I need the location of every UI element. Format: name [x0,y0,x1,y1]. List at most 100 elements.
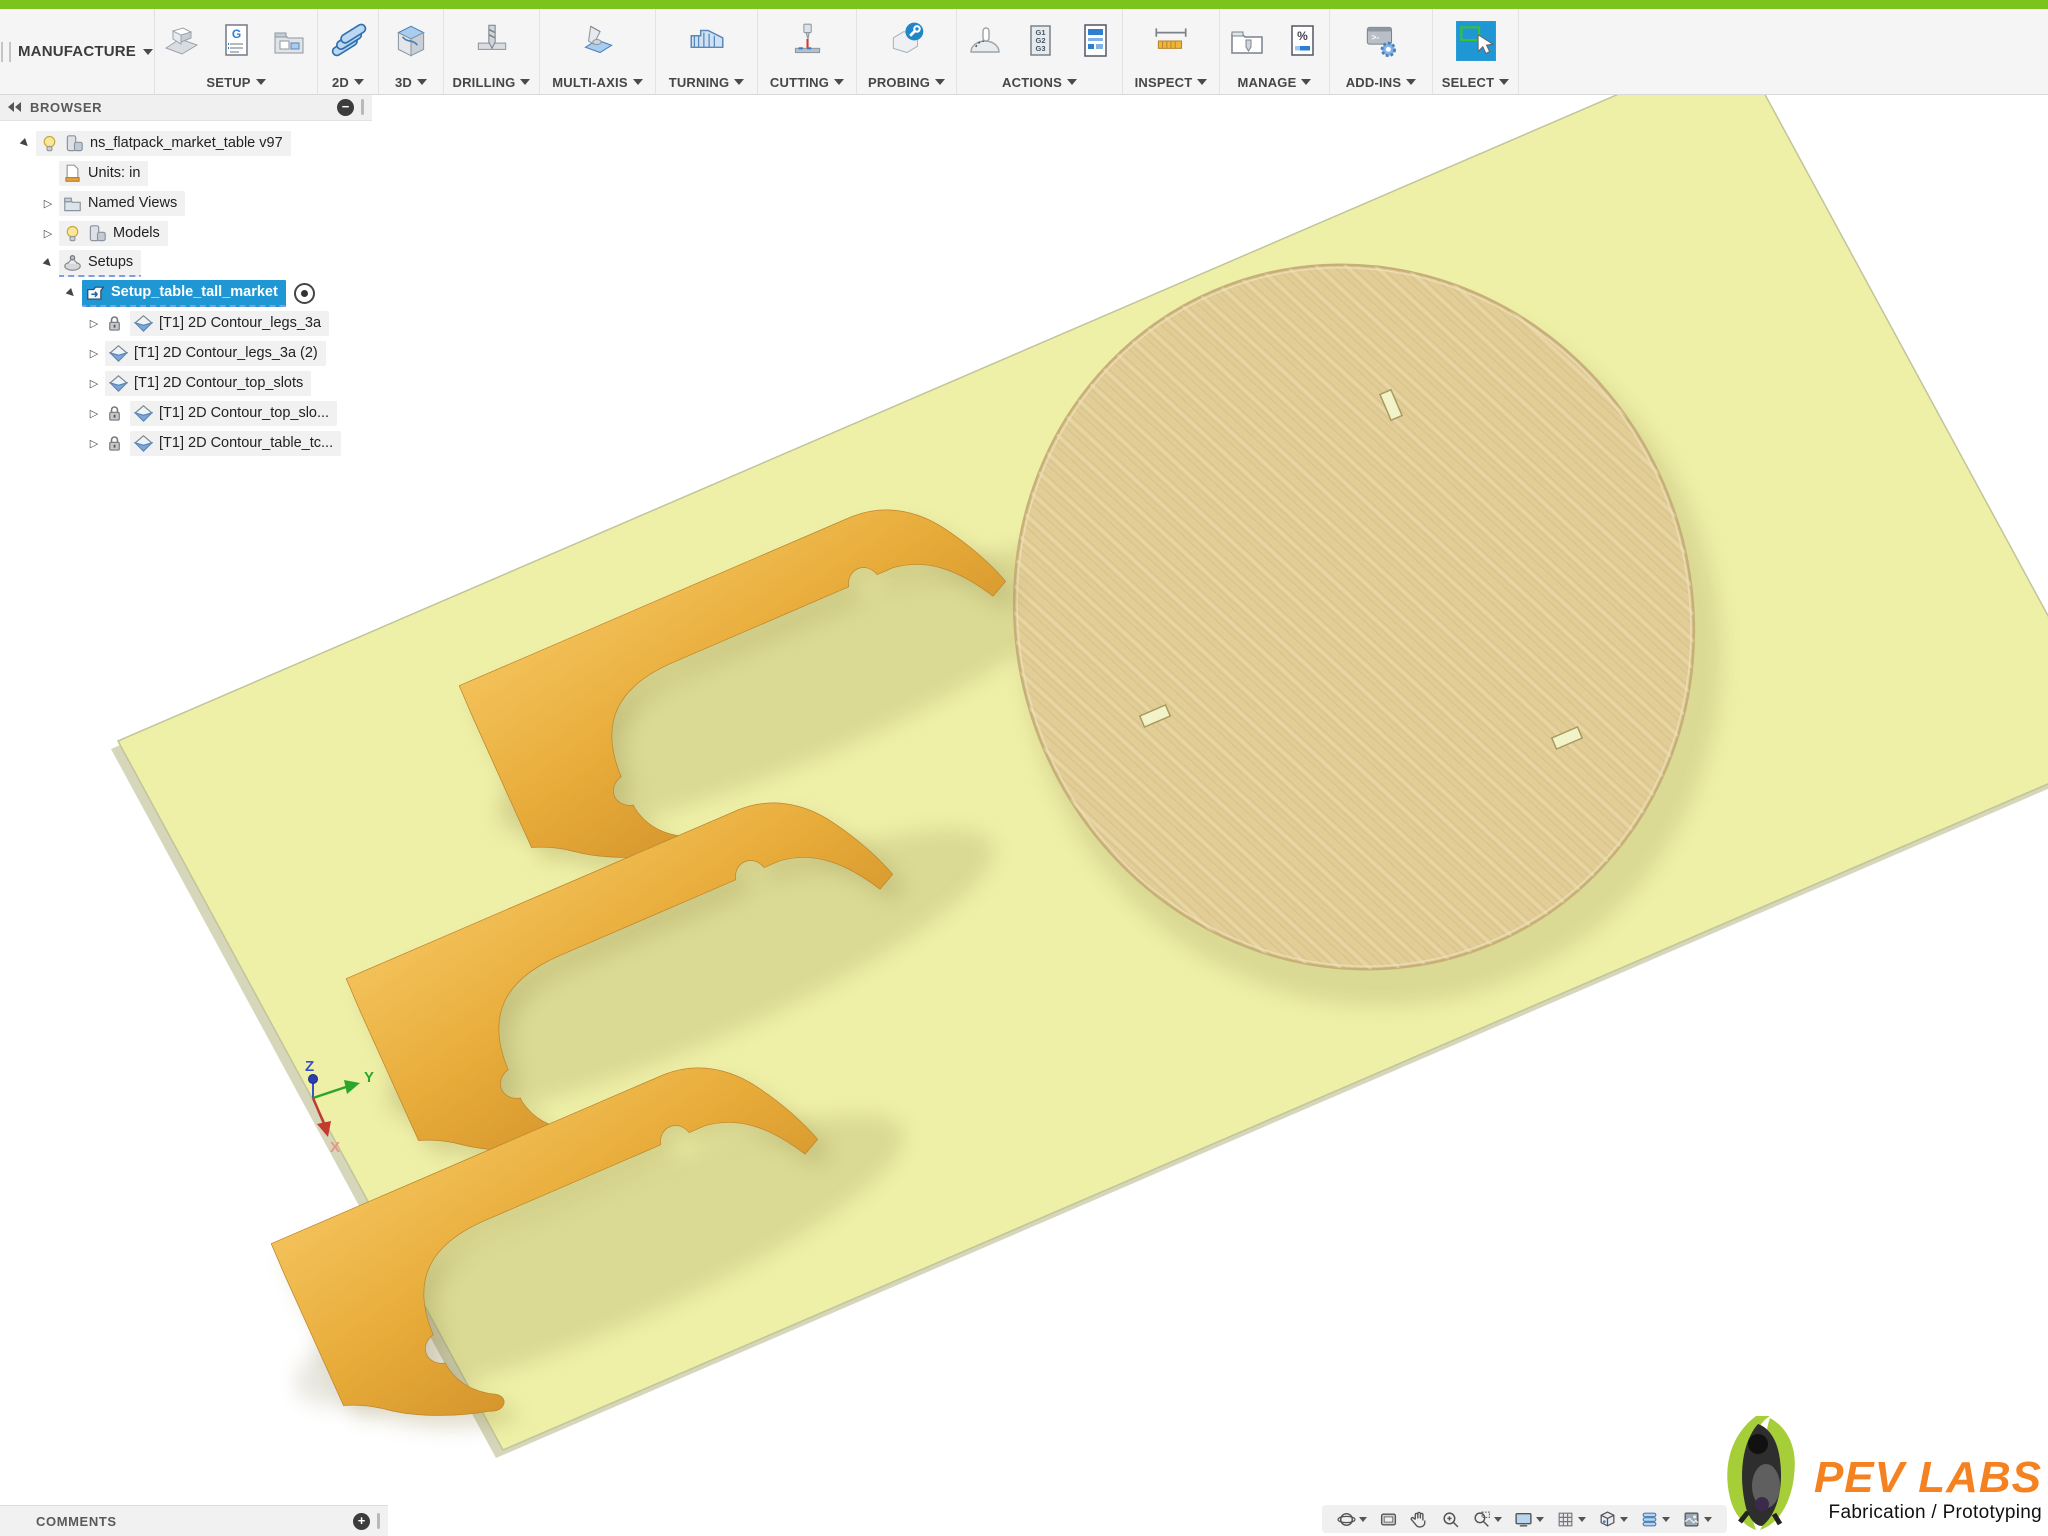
comments-bar[interactable]: COMMENTS + [0,1505,388,1536]
tree-item-label: Named Views [88,195,177,211]
pev-labs-mask-icon [1718,1412,1804,1534]
scrollbar[interactable] [361,99,364,115]
tree-item-t1-2d-contour-table-tc[interactable]: [T1] 2D Contour_table_tc... [130,431,341,456]
feeds-speeds-icon[interactable]: % [1279,18,1325,64]
ribbon-group-turning: TURNING [656,9,758,94]
ribbon-tab-manage[interactable]: MANAGE [1238,70,1312,94]
pan-icon[interactable] [1407,1510,1432,1529]
tool-library-icon[interactable] [1224,18,1270,64]
ribbon-tab-actions[interactable]: ACTIONS [1002,70,1077,94]
toolpath-icon [109,374,128,393]
post-process-icon[interactable] [962,18,1008,64]
caret-expanded-icon[interactable]: ▶ [59,281,82,304]
ribbon-tab-multi-axis[interactable]: MULTI-AXIS [552,70,642,94]
tree-item-setups[interactable]: Setups [59,250,141,277]
orbit-icon[interactable] [1334,1510,1370,1529]
ribbon-tab-add-ins[interactable]: ADD-INS [1346,70,1417,94]
setup-sheet-icon[interactable] [1072,18,1118,64]
browser-tree: ▶ns_flatpack_market_table v97Units: in▷N… [0,121,372,458]
ribbon-tab-cutting[interactable]: CUTTING [770,70,844,94]
active-setup-radio[interactable] [294,283,315,304]
2d-milling-icon[interactable] [325,18,371,64]
tree-item-label: Models [113,225,160,241]
grid-snaps-icon[interactable] [1553,1510,1589,1529]
ribbon-tab-3d[interactable]: 3D [395,70,427,94]
nc-program-icon[interactable]: G [213,18,259,64]
z-axis-label: Z [305,1058,314,1075]
zoom-icon[interactable] [1438,1510,1463,1529]
caret-collapsed-icon[interactable]: ▷ [37,197,59,210]
panel-drag-handle[interactable] [1,42,11,62]
tree-item-t1-2d-contour-top-slo[interactable]: [T1] 2D Contour_top_slo... [130,401,337,426]
tree-item-models[interactable]: Models [59,221,168,246]
gcode-icon[interactable]: G1G2G3 [1017,18,1063,64]
tree-row: ▶ ns_flatpack_market_table v97 [0,128,372,158]
select-icon[interactable] [1453,18,1499,64]
caret-collapsed-icon[interactable]: ▷ [83,407,105,420]
chevron-down-icon [1620,1517,1628,1522]
ribbon-group-2d: 2D [318,9,379,94]
chevron-down-icon [633,79,643,85]
tree-item-t1-2d-contour-top-slots[interactable]: [T1] 2D Contour_top_slots [105,371,311,396]
workspace-switcher[interactable]: MANUFACTURE [0,9,155,94]
display-settings-icon[interactable] [1511,1510,1547,1529]
tree-row: ▶Setups [0,248,372,278]
caret-expanded-icon[interactable]: ▶ [36,251,59,274]
machine-library-icon[interactable] [268,18,314,64]
caret-collapsed-icon[interactable]: ▷ [83,317,105,330]
tree-item-t1-2d-contour-legs-3a-2[interactable]: [T1] 2D Contour_legs_3a (2) [105,341,326,366]
probing-icon[interactable] [884,18,930,64]
viewports-icon[interactable] [1595,1510,1631,1529]
visual-style-icon[interactable] [1637,1510,1673,1529]
ribbon-tab-setup[interactable]: SETUP [206,70,265,94]
tree-item-named-views[interactable]: Named Views [59,191,185,216]
scrollbar[interactable] [377,1513,380,1529]
caret-collapsed-icon[interactable]: ▷ [83,437,105,450]
collapse-panel-icon[interactable] [8,102,21,112]
ribbon-group-multi-axis: MULTI-AXIS [540,9,656,94]
tree-row: ▷ [T1] 2D Contour_table_tc... [0,428,372,458]
view-navigation-toolbar [1322,1505,1727,1533]
ribbon-tab-probing[interactable]: PROBING [868,70,945,94]
ribbon-tab-turning[interactable]: TURNING [669,70,745,94]
chevron-down-icon [1494,1517,1502,1522]
panel-minus-icon[interactable]: − [337,99,354,116]
caret-expanded-icon[interactable]: ▶ [13,131,36,154]
scripts-addins-icon[interactable]: >- [1358,18,1404,64]
chevron-down-icon [1359,1517,1367,1522]
add-comment-icon[interactable]: + [353,1513,370,1530]
tree-item-t1-2d-contour-legs-3a[interactable]: [T1] 2D Contour_legs_3a [130,311,329,336]
3d-milling-icon[interactable] [388,18,434,64]
ribbon-group-add-ins: >- ADD-INS [1330,9,1433,94]
drilling-icon[interactable] [469,18,515,64]
y-axis-label: Y [364,1069,374,1086]
zoom-window-icon[interactable] [1469,1510,1505,1529]
measure-icon[interactable] [1148,18,1194,64]
turning-icon[interactable] [684,18,730,64]
caret-collapsed-icon[interactable]: ▷ [83,347,105,360]
tree-item-setup-table-tall-market[interactable]: Setup_table_tall_market [82,280,286,307]
caret-collapsed-icon[interactable]: ▷ [37,227,59,240]
logo-subtitle: Fabrication / Prototyping [1829,1502,2042,1524]
look-at-icon[interactable] [1376,1510,1401,1529]
lock-icon [105,434,124,453]
comments-title: COMMENTS [36,1514,353,1529]
tree-item-units-in[interactable]: Units: in [59,161,148,186]
tree-item-label: [T1] 2D Contour_legs_3a [159,315,321,331]
tree-item-label: ns_flatpack_market_table v97 [90,135,283,151]
ribbon-tab-2d[interactable]: 2D [332,70,364,94]
ribbon-tab-label: DRILLING [453,75,516,90]
cutting-icon[interactable] [784,18,830,64]
environment-icon[interactable] [1679,1510,1715,1529]
ribbon-tab-select[interactable]: SELECT [1442,70,1509,94]
caret-collapsed-icon[interactable]: ▷ [83,377,105,390]
ribbon-tab-label: TURNING [669,75,730,90]
multi-axis-icon[interactable] [575,18,621,64]
ribbon-group-3d: 3D [379,9,444,94]
ribbon-tab-inspect[interactable]: INSPECT [1135,70,1208,94]
setup-icon [86,283,105,302]
ribbon-tab-drilling[interactable]: DRILLING [453,70,531,94]
tree-item-ns-flatpack-market-table-v97[interactable]: ns_flatpack_market_table v97 [36,131,291,156]
tree-row: Units: in [0,158,372,188]
new-setup-icon[interactable] [158,18,204,64]
